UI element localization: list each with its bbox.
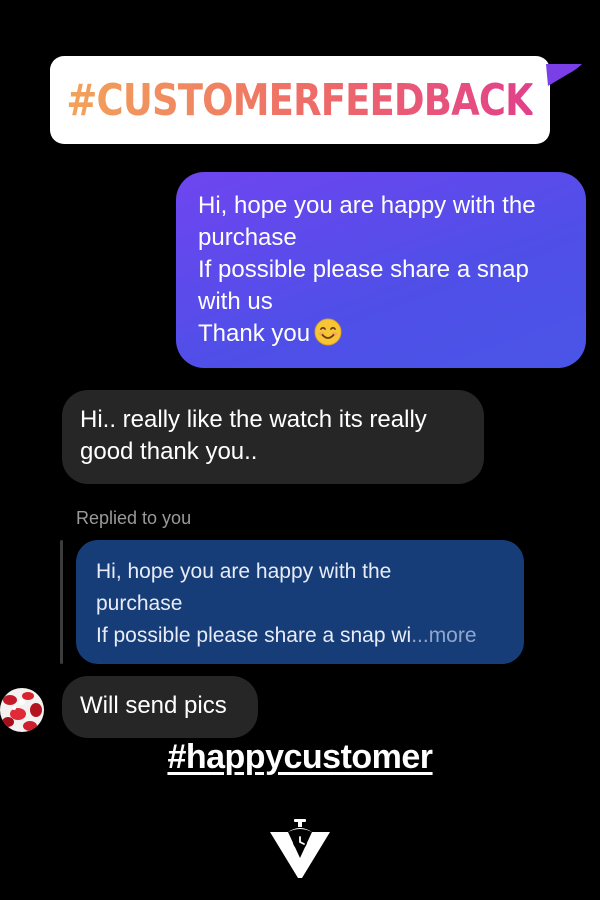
message-text-line: Hi.. really like the watch its really xyxy=(80,406,427,433)
quoted-text-line: Hi, hope you are happy with the xyxy=(96,560,392,583)
incoming-message-bubble[interactable]: Will send pics xyxy=(62,676,258,738)
message-text-line-last: Thank you xyxy=(198,318,566,350)
message-text-line: purchase xyxy=(198,224,297,251)
happy-customer-hashtag: #happycustomer xyxy=(0,738,600,777)
feedback-banner: #CUSTOMERFEEDBACK xyxy=(50,56,550,144)
message-text-line: good thank you.. xyxy=(80,438,258,465)
avatar-image xyxy=(0,688,44,732)
banner-tail-decoration xyxy=(546,64,582,86)
smiling-face-icon xyxy=(314,318,342,346)
message-text: Thank you xyxy=(198,320,311,347)
replied-to-you-label: Replied to you xyxy=(76,508,192,528)
message-text-line: Hi, hope you are happy with the xyxy=(198,192,536,219)
sender-avatar[interactable] xyxy=(0,688,44,732)
message-text-line: with us xyxy=(198,288,273,315)
quoted-text-line-last: If possible please share a snap wi...mor… xyxy=(96,620,506,652)
hashtag-text: #happycustomer xyxy=(167,738,433,776)
banner-title: #CUSTOMERFEEDBACK xyxy=(66,74,534,126)
incoming-message-bubble[interactable]: Hi.. really like the watch its really go… xyxy=(62,390,484,484)
watch-brand-logo-icon xyxy=(270,819,330,878)
outgoing-message-bubble[interactable]: Hi, hope you are happy with the purchase… xyxy=(176,172,586,368)
message-text-line: If possible please share a snap xyxy=(198,256,529,283)
message-text: Will send pics xyxy=(80,692,227,719)
quoted-message-bubble[interactable]: Hi, hope you are happy with the purchase… xyxy=(76,540,524,664)
quoted-text-line: purchase xyxy=(96,592,183,615)
quoted-text: If possible please share a snap wi xyxy=(96,624,412,647)
more-link[interactable]: ...more xyxy=(411,624,476,647)
reply-indicator-bar xyxy=(60,540,63,664)
